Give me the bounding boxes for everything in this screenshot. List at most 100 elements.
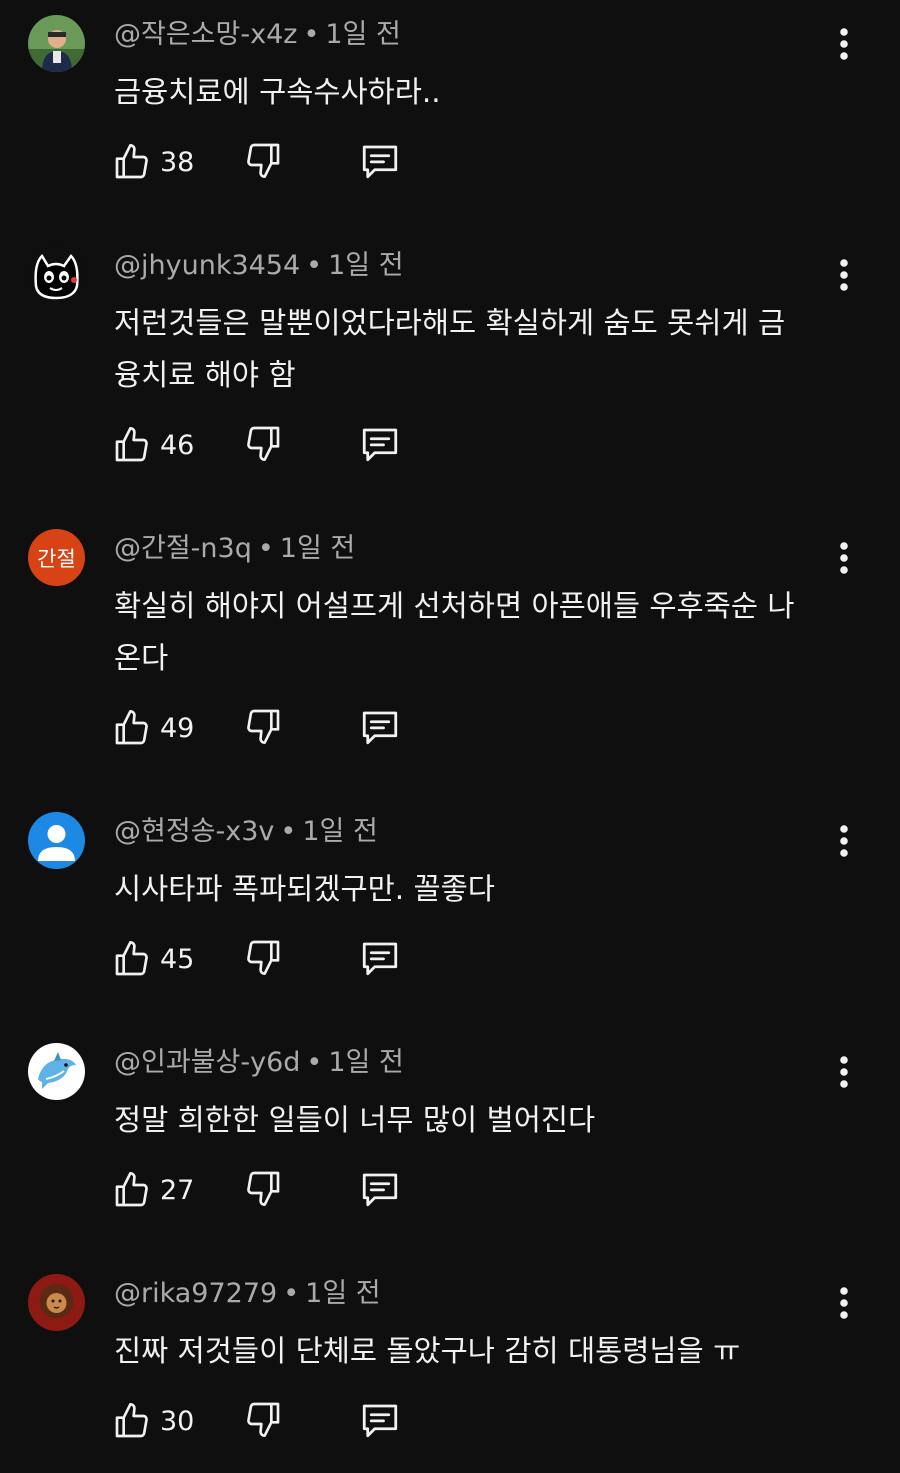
meta-separator: • [306,1047,323,1078]
like-button[interactable]: 38 [112,140,194,184]
like-count: 27 [160,1174,195,1206]
reply-comment-icon [362,428,398,462]
comment-meta: @작은소망-x4z • 1일 전 [114,17,401,53]
thumbs-up-icon [115,144,148,179]
like-button[interactable]: 49 [112,706,194,750]
thumbs-up-icon [115,1403,148,1438]
comment-text: 진짜 저것들이 단체로 돌았구나 감히 대통령님을 ㅠ [114,1334,741,1368]
comment-actions: 38 [0,140,900,184]
reply-comment-icon [362,942,398,976]
comment-actions: 45 [0,937,900,981]
like-button[interactable]: 27 [112,1168,194,1212]
reply-button[interactable] [359,706,403,750]
dislike-button[interactable] [243,423,283,467]
avatar[interactable] [28,812,85,869]
avatar-photo [28,15,85,72]
comment-text: 금융치료에 구속수사하라.. [114,75,441,109]
meta-separator: • [280,816,297,847]
comment-time[interactable]: 1일 전 [328,1047,403,1078]
author-name[interactable]: @간절-n3q [114,533,252,564]
comment-actions: 46 [0,423,900,467]
author-name[interactable]: @인과불상-y6d [114,1047,300,1078]
avatar[interactable] [28,1043,85,1100]
comment-meta: @rika97279 • 1일 전 [114,1276,381,1312]
avatar[interactable]: 간절 [28,529,85,586]
author-name[interactable]: @rika97279 [114,1278,277,1309]
thumbs-down-icon [247,143,280,179]
avatar-cat [28,246,85,303]
avatar[interactable] [28,15,85,72]
reply-comment-icon [362,1173,398,1207]
comment-time[interactable]: 1일 전 [302,816,377,847]
more-options-button[interactable] [832,819,856,863]
like-button[interactable]: 45 [112,937,194,981]
more-vertical-icon [840,825,848,857]
avatar-dolphin [28,1043,85,1100]
comment-text: 정말 희한한 일들이 너무 많이 벌어진다 [114,1103,596,1137]
like-count: 45 [160,943,195,975]
more-vertical-icon [840,542,848,574]
reply-comment-icon [362,1404,398,1438]
comment-text: 확실히 해야지 어설프게 선처하면 아픈애들 우후죽순 나온다 [114,589,795,675]
comment-meta: @간절-n3q • 1일 전 [114,531,355,567]
reply-button[interactable] [359,1399,403,1443]
thumbs-up-icon [115,1172,148,1207]
avatar[interactable] [28,246,85,303]
thumbs-down-icon [247,426,280,461]
comment-actions: 30 [0,1399,900,1443]
dislike-button[interactable] [243,706,283,750]
dislike-button[interactable] [243,1399,283,1443]
meta-separator: • [283,1278,300,1309]
comment-meta: @인과불상-y6d • 1일 전 [114,1045,404,1081]
thumbs-up-icon [115,710,148,745]
comment-time[interactable]: 1일 전 [325,19,400,50]
like-button[interactable]: 46 [112,423,194,467]
like-count: 49 [160,712,195,744]
more-options-button[interactable] [832,253,856,297]
comment-time[interactable]: 1일 전 [328,250,403,281]
more-options-button[interactable] [832,22,856,66]
comment-time[interactable]: 1일 전 [305,1278,380,1309]
like-button[interactable]: 30 [112,1399,194,1443]
comment-meta: @현정송-x3v • 1일 전 [114,814,378,850]
avatar-initials-label: 간절 [37,546,76,571]
dislike-button[interactable] [243,1168,283,1212]
dislike-button[interactable] [243,937,283,981]
dislike-button[interactable] [243,140,283,184]
reply-button[interactable] [359,423,403,467]
avatar-default-person [28,812,85,869]
thumbs-down-icon [247,1402,280,1437]
author-name[interactable]: @작은소망-x4z [114,19,297,50]
comment-actions: 49 [0,706,900,750]
more-vertical-icon [840,28,848,60]
more-vertical-icon [840,1056,848,1088]
thumbs-up-icon [115,427,148,462]
thumbs-down-icon [247,709,280,744]
reply-comment-icon [362,711,398,745]
meta-separator: • [306,250,323,281]
reply-button[interactable] [359,1168,403,1212]
author-name[interactable]: @현정송-x3v [114,816,274,847]
more-options-button[interactable] [832,536,856,580]
more-vertical-icon [840,1287,848,1319]
more-vertical-icon [840,259,848,291]
like-count: 30 [160,1405,195,1437]
avatar[interactable] [28,1274,85,1331]
reply-button[interactable] [359,140,403,184]
avatar-lion [28,1274,85,1331]
meta-separator: • [257,533,274,564]
more-options-button[interactable] [832,1050,856,1094]
comment-text: 시사타파 폭파되겠구만. 꼴좋다 [114,872,495,906]
comment-actions: 27 [0,1168,900,1212]
like-count: 38 [160,146,195,178]
thumbs-down-icon [247,1171,280,1206]
thumbs-up-icon [115,941,148,976]
like-count: 46 [160,429,195,461]
meta-separator: • [303,19,320,50]
comment-text: 저런것들은 말뿐이었다라해도 확실하게 숨도 못쉬게 금융치료 해야 함 [114,306,786,392]
more-options-button[interactable] [832,1281,856,1325]
reply-button[interactable] [359,937,403,981]
author-name[interactable]: @jhyunk3454 [114,250,300,281]
comment-time[interactable]: 1일 전 [280,533,355,564]
reply-comment-icon [362,145,398,179]
